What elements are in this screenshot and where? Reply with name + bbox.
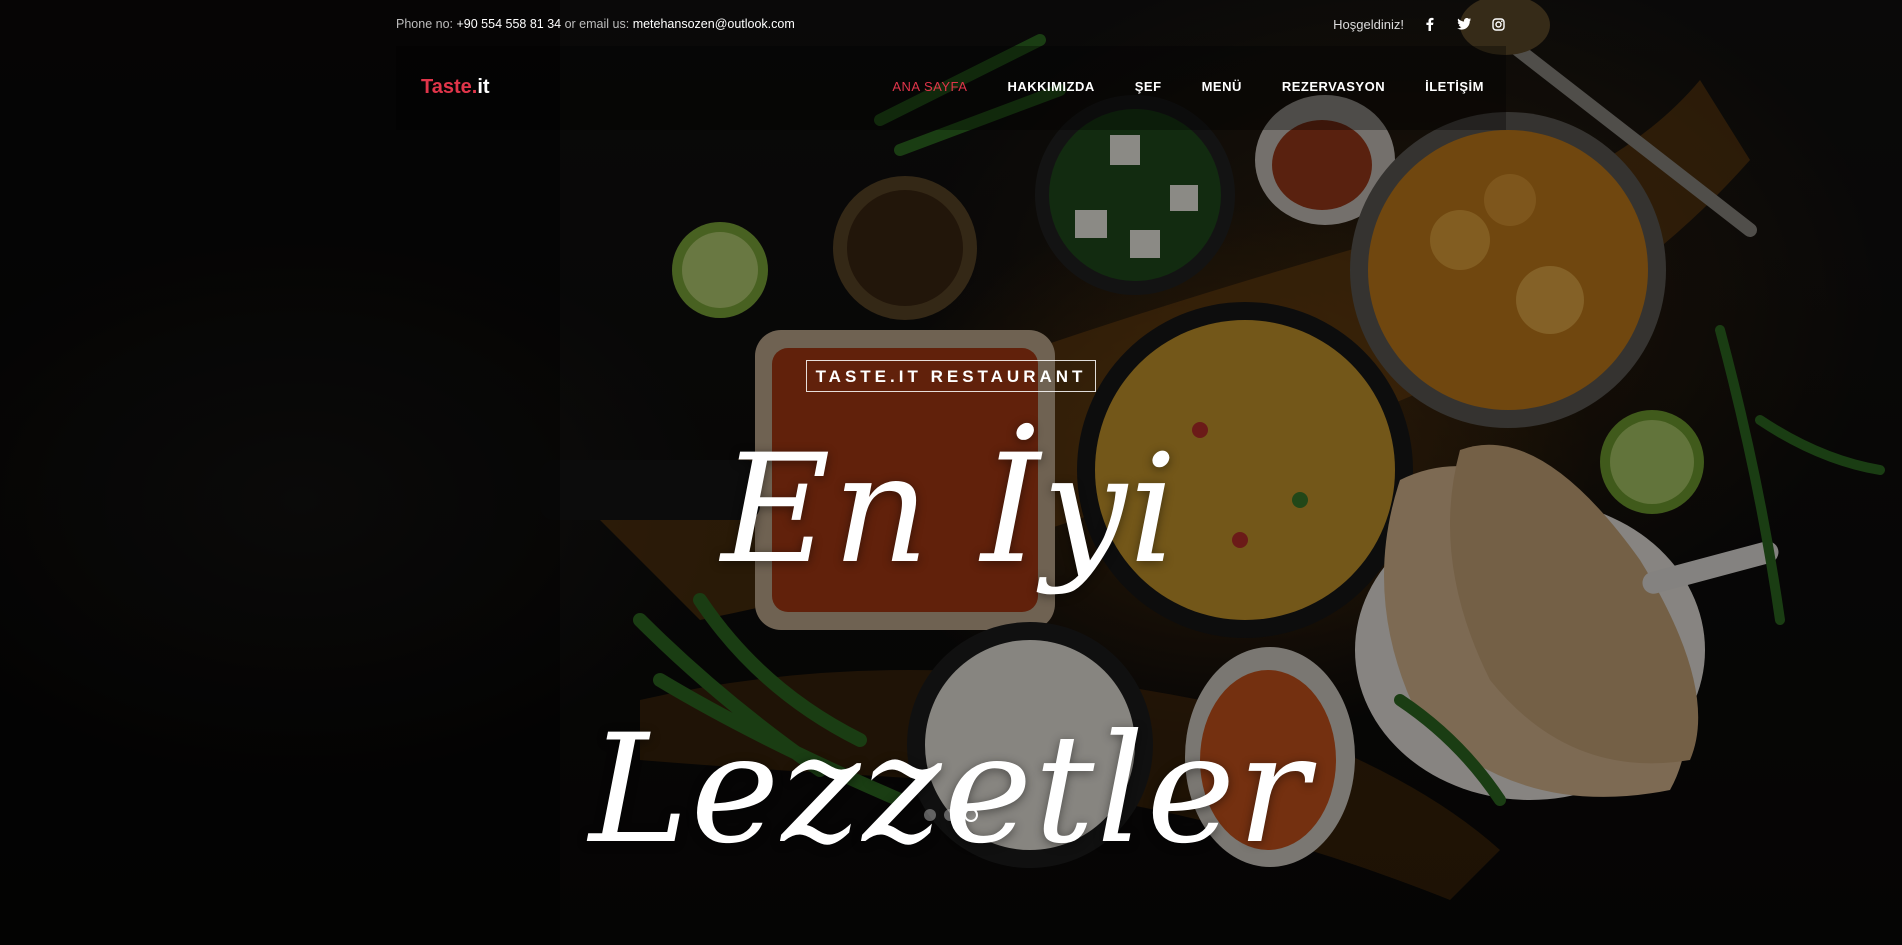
brand-logo[interactable]: Taste.it bbox=[421, 76, 490, 99]
hero-headline: En İyi Lezzetler bbox=[589, 423, 1311, 877]
nav-item-menu[interactable]: MENÜ bbox=[1202, 79, 1242, 94]
top-contact-bar: Phone no: +90 554 558 81 34 or email us:… bbox=[396, 14, 1506, 34]
phone-label: Phone no: bbox=[396, 17, 453, 31]
nav-item-iletisim[interactable]: İLETİŞİM bbox=[1425, 79, 1484, 94]
facebook-icon[interactable] bbox=[1422, 16, 1438, 32]
hero-section: Phone no: +90 554 558 81 34 or email us:… bbox=[0, 0, 1902, 945]
carousel-dot-2[interactable] bbox=[944, 809, 956, 821]
topbar-right: Hoşgeldiniz! bbox=[1333, 16, 1506, 32]
nav-item-sef[interactable]: ŞEF bbox=[1135, 79, 1162, 94]
phone-number[interactable]: +90 554 558 81 34 bbox=[456, 17, 561, 31]
nav-item-rezervasyon[interactable]: REZERVASYON bbox=[1282, 79, 1385, 94]
brand-logo-part2: it bbox=[477, 76, 490, 98]
carousel-dot-1[interactable] bbox=[924, 809, 936, 821]
carousel-dots bbox=[924, 808, 978, 822]
nav-item-ana-sayfa[interactable]: ANA SAYFA bbox=[892, 79, 967, 94]
nav-item-hakkimizda[interactable]: HAKKIMIZDA bbox=[1007, 79, 1094, 94]
instagram-icon[interactable] bbox=[1490, 16, 1506, 32]
main-navbar: Taste.it ANA SAYFA HAKKIMIZDA ŞEF MENÜ R… bbox=[396, 46, 1506, 130]
contact-info: Phone no: +90 554 558 81 34 or email us:… bbox=[396, 17, 795, 31]
welcome-text: Hoşgeldiniz! bbox=[1333, 16, 1404, 32]
twitter-icon[interactable] bbox=[1456, 16, 1472, 32]
carousel-dot-3[interactable] bbox=[964, 808, 978, 822]
email-label: or email us: bbox=[564, 17, 630, 31]
email-address[interactable]: metehansozen@outlook.com bbox=[633, 17, 795, 31]
nav-menu: ANA SAYFA HAKKIMIZDA ŞEF MENÜ REZERVASYO… bbox=[892, 79, 1484, 94]
brand-logo-part1: Taste. bbox=[421, 76, 478, 98]
